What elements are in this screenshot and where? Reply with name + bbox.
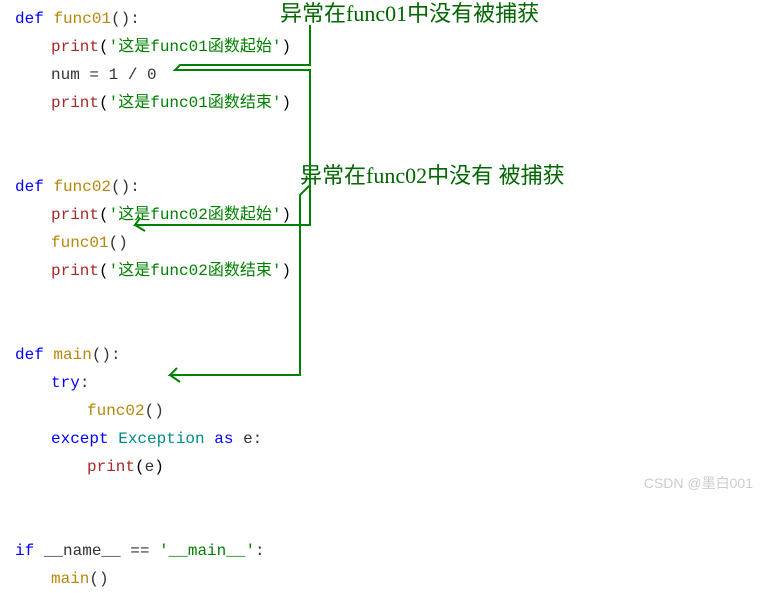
- string-literal: '这是func01函数起始': [109, 38, 282, 56]
- string-literal: '这是func01函数结束': [109, 94, 282, 112]
- paren: (): [145, 402, 164, 420]
- keyword-try: try: [51, 374, 80, 392]
- code-line: print('这是func01函数结束'): [51, 89, 291, 117]
- funcname: main: [53, 346, 91, 364]
- paren: ():: [111, 178, 140, 196]
- paren: ():: [92, 346, 121, 364]
- keyword-def: def: [15, 178, 44, 196]
- code-line: print('这是func02函数结束'): [51, 257, 291, 285]
- colon: :: [253, 430, 263, 448]
- variable: e: [243, 430, 253, 448]
- code-line: if __name__ == '__main__':: [15, 537, 291, 565]
- print-call: print: [51, 94, 99, 112]
- code-line: def func01():: [15, 5, 291, 33]
- funcname: func02: [53, 178, 111, 196]
- colon: :: [255, 542, 265, 560]
- code-line: func02(): [87, 397, 291, 425]
- paren: (): [89, 570, 108, 588]
- string-literal: '__main__': [159, 542, 255, 560]
- print-call: print: [51, 262, 99, 280]
- func-call: main: [51, 570, 89, 588]
- funcname: func01: [53, 10, 111, 28]
- code-line: def main():: [15, 341, 291, 369]
- code-line: try:: [51, 369, 291, 397]
- code-line: func01(): [51, 229, 291, 257]
- func-call: func01: [51, 234, 109, 252]
- code-line: print(e): [87, 453, 291, 481]
- annotation-text-1: 异常在func01中没有被捕获: [280, 0, 539, 28]
- paren: (): [109, 234, 128, 252]
- keyword-if: if: [15, 542, 34, 560]
- variable: e: [145, 458, 155, 476]
- annotation-text-2: 异常在func02中没有 被捕获: [300, 162, 565, 190]
- keyword-except: except: [51, 430, 109, 448]
- code-line: main(): [51, 565, 291, 593]
- print-call: print: [51, 206, 99, 224]
- keyword-def: def: [15, 346, 44, 364]
- colon: :: [80, 374, 90, 392]
- statement: num = 1 / 0: [51, 66, 157, 84]
- print-call: print: [87, 458, 135, 476]
- keyword-as: as: [214, 430, 233, 448]
- code-line: print('这是func02函数起始'): [51, 201, 291, 229]
- watermark: CSDN @墨白001: [644, 469, 753, 497]
- code-line: print('这是func01函数起始'): [51, 33, 291, 61]
- code-line: except Exception as e:: [51, 425, 291, 453]
- dunder-name: __name__: [44, 542, 121, 560]
- keyword-def: def: [15, 10, 44, 28]
- print-call: print: [51, 38, 99, 56]
- class-name: Exception: [118, 430, 204, 448]
- code-line: def func02():: [15, 173, 291, 201]
- func-call: func02: [87, 402, 145, 420]
- paren: ():: [111, 10, 140, 28]
- operator: ==: [121, 542, 159, 560]
- code-line: num = 1 / 0: [51, 61, 291, 89]
- string-literal: '这是func02函数结束': [109, 262, 282, 280]
- string-literal: '这是func02函数起始': [109, 206, 282, 224]
